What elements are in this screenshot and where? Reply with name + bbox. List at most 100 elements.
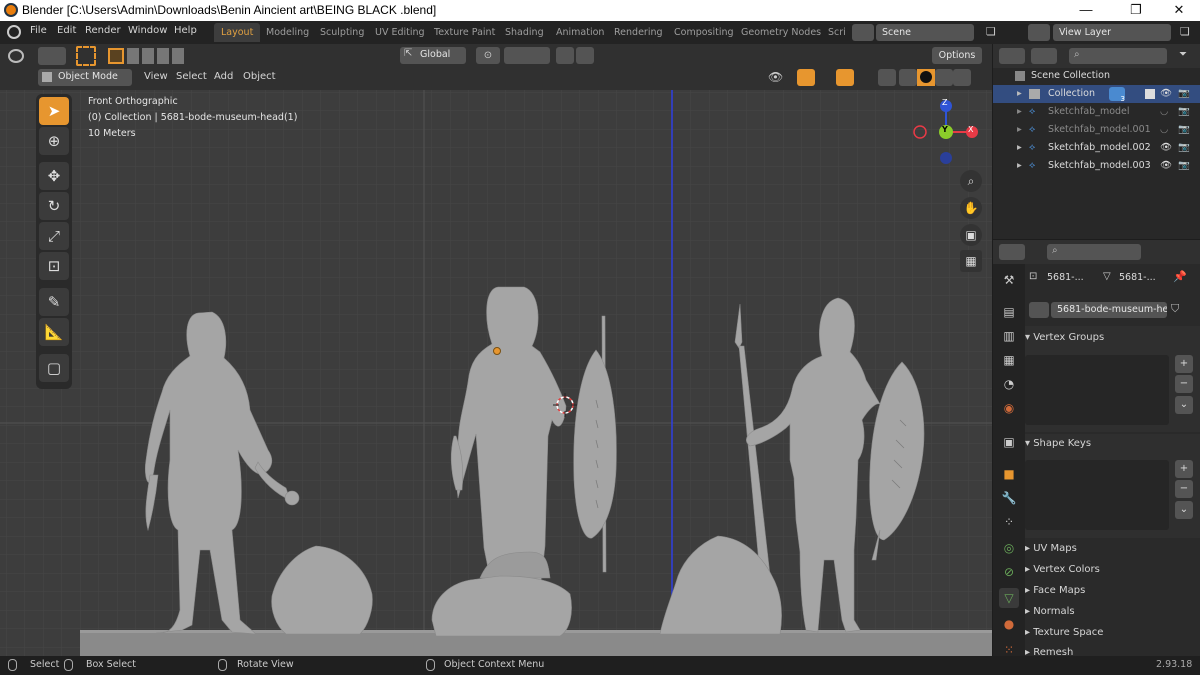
menu-select[interactable]: Select: [176, 71, 207, 82]
shape-keys-header[interactable]: ▾ Shape Keys: [1025, 438, 1091, 449]
tab-modeling[interactable]: Modeling: [259, 23, 316, 42]
visibility-eye-icon[interactable]: 👁: [1160, 157, 1172, 175]
editor-type-icon[interactable]: [8, 49, 24, 63]
pin-icon[interactable]: 📌: [1173, 270, 1187, 283]
texture-space-header[interactable]: ▸ Texture Space: [1025, 627, 1103, 638]
falloff-icon[interactable]: [576, 47, 594, 64]
select-new-icon[interactable]: [108, 48, 124, 64]
cursor-tool-icon[interactable]: ⊕: [39, 127, 69, 155]
world-tab-icon[interactable]: ◉: [999, 398, 1019, 418]
gizmo-toggle-icon[interactable]: [797, 69, 815, 86]
visibility-eye-icon[interactable]: 👁: [1160, 85, 1172, 103]
outliner-row-item[interactable]: ▸ ⟡ Sketchfab_model.002 👁 📷: [993, 139, 1200, 157]
snap-icon[interactable]: [504, 47, 550, 64]
normals-header[interactable]: ▸ Normals: [1025, 606, 1075, 617]
options-button[interactable]: Options: [932, 47, 982, 64]
object-tab-icon[interactable]: ■: [999, 464, 1019, 484]
maximize-button[interactable]: ❐: [1113, 0, 1159, 21]
outliner-search-input[interactable]: ⌕: [1069, 48, 1167, 64]
shape-key-menu-icon[interactable]: ⌄: [1175, 501, 1193, 519]
mode-dropdown[interactable]: Object Mode: [38, 69, 132, 86]
fake-user-shield-icon[interactable]: ⛉: [1171, 302, 1179, 316]
blender-menu-icon[interactable]: [7, 25, 21, 39]
vertex-groups-header[interactable]: ▾ Vertex Groups: [1025, 332, 1104, 343]
physics-tab-icon[interactable]: ◎: [999, 538, 1019, 558]
vertex-group-menu-icon[interactable]: ⌄: [1175, 396, 1193, 414]
tool-settings-icon[interactable]: [38, 47, 66, 65]
tab-compositing[interactable]: Compositing: [667, 23, 741, 42]
render-camera-icon[interactable]: 📷: [1178, 139, 1190, 157]
proportional-edit-icon[interactable]: [556, 47, 574, 64]
tab-scripting[interactable]: Scri: [821, 23, 853, 42]
scene-icon[interactable]: [852, 24, 874, 41]
add-cube-tool-icon[interactable]: ▢: [39, 354, 69, 382]
mesh-datablock-field[interactable]: 5681-bode-museum-head...: [1051, 302, 1167, 318]
material-shading-icon[interactable]: [935, 69, 953, 86]
pivot-point-icon[interactable]: ⊙: [476, 47, 500, 64]
remove-shape-key-button[interactable]: −: [1175, 480, 1193, 498]
render-camera-icon[interactable]: 📷: [1178, 121, 1190, 139]
render-camera-icon[interactable]: 📷: [1178, 103, 1190, 121]
outliner-row-item[interactable]: ▸ ⟡ Sketchfab_model.003 👁 📷: [993, 157, 1200, 175]
tab-uv-editing[interactable]: UV Editing: [368, 23, 432, 42]
properties-search-input[interactable]: ⌕: [1047, 244, 1141, 260]
scene-name-field[interactable]: Scene: [876, 24, 974, 41]
uv-maps-header[interactable]: ▸ UV Maps: [1025, 543, 1077, 554]
particles-tab-icon[interactable]: ⁘: [999, 512, 1019, 532]
mesh-browse-icon[interactable]: [1029, 302, 1049, 318]
outliner-row-collection[interactable]: ▸ Collection 3 👁 📷: [993, 85, 1200, 103]
hidden-eye-icon[interactable]: ◡: [1160, 103, 1168, 121]
3d-viewport[interactable]: Front Orthographic (0) Collection | 5681…: [0, 90, 992, 656]
minimize-button[interactable]: —: [1063, 0, 1109, 21]
transform-tool-icon[interactable]: ⊡: [39, 252, 69, 280]
collection-tab-icon[interactable]: ▣: [999, 432, 1019, 452]
move-tool-icon[interactable]: ✥: [39, 162, 69, 190]
menu-help[interactable]: Help: [174, 25, 197, 36]
add-shape-key-button[interactable]: +: [1175, 460, 1193, 478]
menu-window[interactable]: Window: [128, 25, 167, 36]
menu-render[interactable]: Render: [85, 25, 121, 36]
render-camera-icon[interactable]: 📷: [1178, 157, 1190, 175]
rendered-shading-icon[interactable]: [953, 69, 971, 86]
vertex-groups-list[interactable]: [1025, 355, 1169, 425]
menu-view[interactable]: View: [144, 71, 168, 82]
select-tool-icon[interactable]: ➤: [39, 97, 69, 125]
view-layer-tab-icon[interactable]: ▦: [999, 350, 1019, 370]
overlay-toggle-icon[interactable]: [836, 69, 854, 86]
transform-orientation-dropdown[interactable]: ⇱ Global: [400, 47, 466, 64]
outliner-row-scene-collection[interactable]: Scene Collection: [993, 67, 1200, 85]
vertex-colors-header[interactable]: ▸ Vertex Colors: [1025, 564, 1100, 575]
camera-view-icon[interactable]: ▣: [960, 224, 982, 246]
solid-shading-icon[interactable]: [917, 69, 935, 86]
scale-tool-icon[interactable]: ⤢: [39, 222, 69, 250]
material-tab-icon[interactable]: ●: [999, 614, 1019, 634]
scene-tab-icon[interactable]: ◔: [999, 374, 1019, 394]
menu-file[interactable]: File: [30, 25, 47, 36]
visibility-eye-icon[interactable]: 👁: [1160, 139, 1172, 157]
add-vertex-group-button[interactable]: +: [1175, 355, 1193, 373]
tool-tab-icon[interactable]: ⚒: [999, 270, 1019, 290]
wireframe-shading-icon[interactable]: [899, 69, 917, 86]
view-layer-icon[interactable]: [1028, 24, 1050, 41]
select-intersect-icon[interactable]: [172, 48, 184, 64]
measure-tool-icon[interactable]: 📐: [39, 318, 69, 346]
visibility-icon[interactable]: 👁: [768, 70, 783, 84]
shape-keys-list[interactable]: [1025, 460, 1169, 530]
menu-object[interactable]: Object: [243, 71, 276, 82]
annotate-tool-icon[interactable]: ✎: [39, 288, 69, 316]
ortho-grid-icon[interactable]: ▦: [960, 250, 982, 272]
remove-vertex-group-button[interactable]: −: [1175, 375, 1193, 393]
properties-editor-icon[interactable]: [999, 244, 1025, 260]
render-tab-icon[interactable]: ▤: [999, 302, 1019, 322]
tab-rendering[interactable]: Rendering: [607, 23, 670, 42]
exclude-checkbox[interactable]: [1145, 89, 1155, 99]
tab-sculpting[interactable]: Sculpting: [313, 23, 371, 42]
output-tab-icon[interactable]: ▥: [999, 326, 1019, 346]
view-layer-field[interactable]: View Layer: [1053, 24, 1171, 41]
filter-icon[interactable]: ⏷: [1179, 49, 1187, 60]
menu-add[interactable]: Add: [214, 71, 233, 82]
outliner-row-item[interactable]: ▸ ⟡ Sketchfab_model ◡ 📷: [993, 103, 1200, 121]
menu-edit[interactable]: Edit: [57, 25, 76, 36]
render-camera-icon[interactable]: 📷: [1178, 85, 1190, 103]
tab-shading[interactable]: Shading: [498, 23, 551, 42]
